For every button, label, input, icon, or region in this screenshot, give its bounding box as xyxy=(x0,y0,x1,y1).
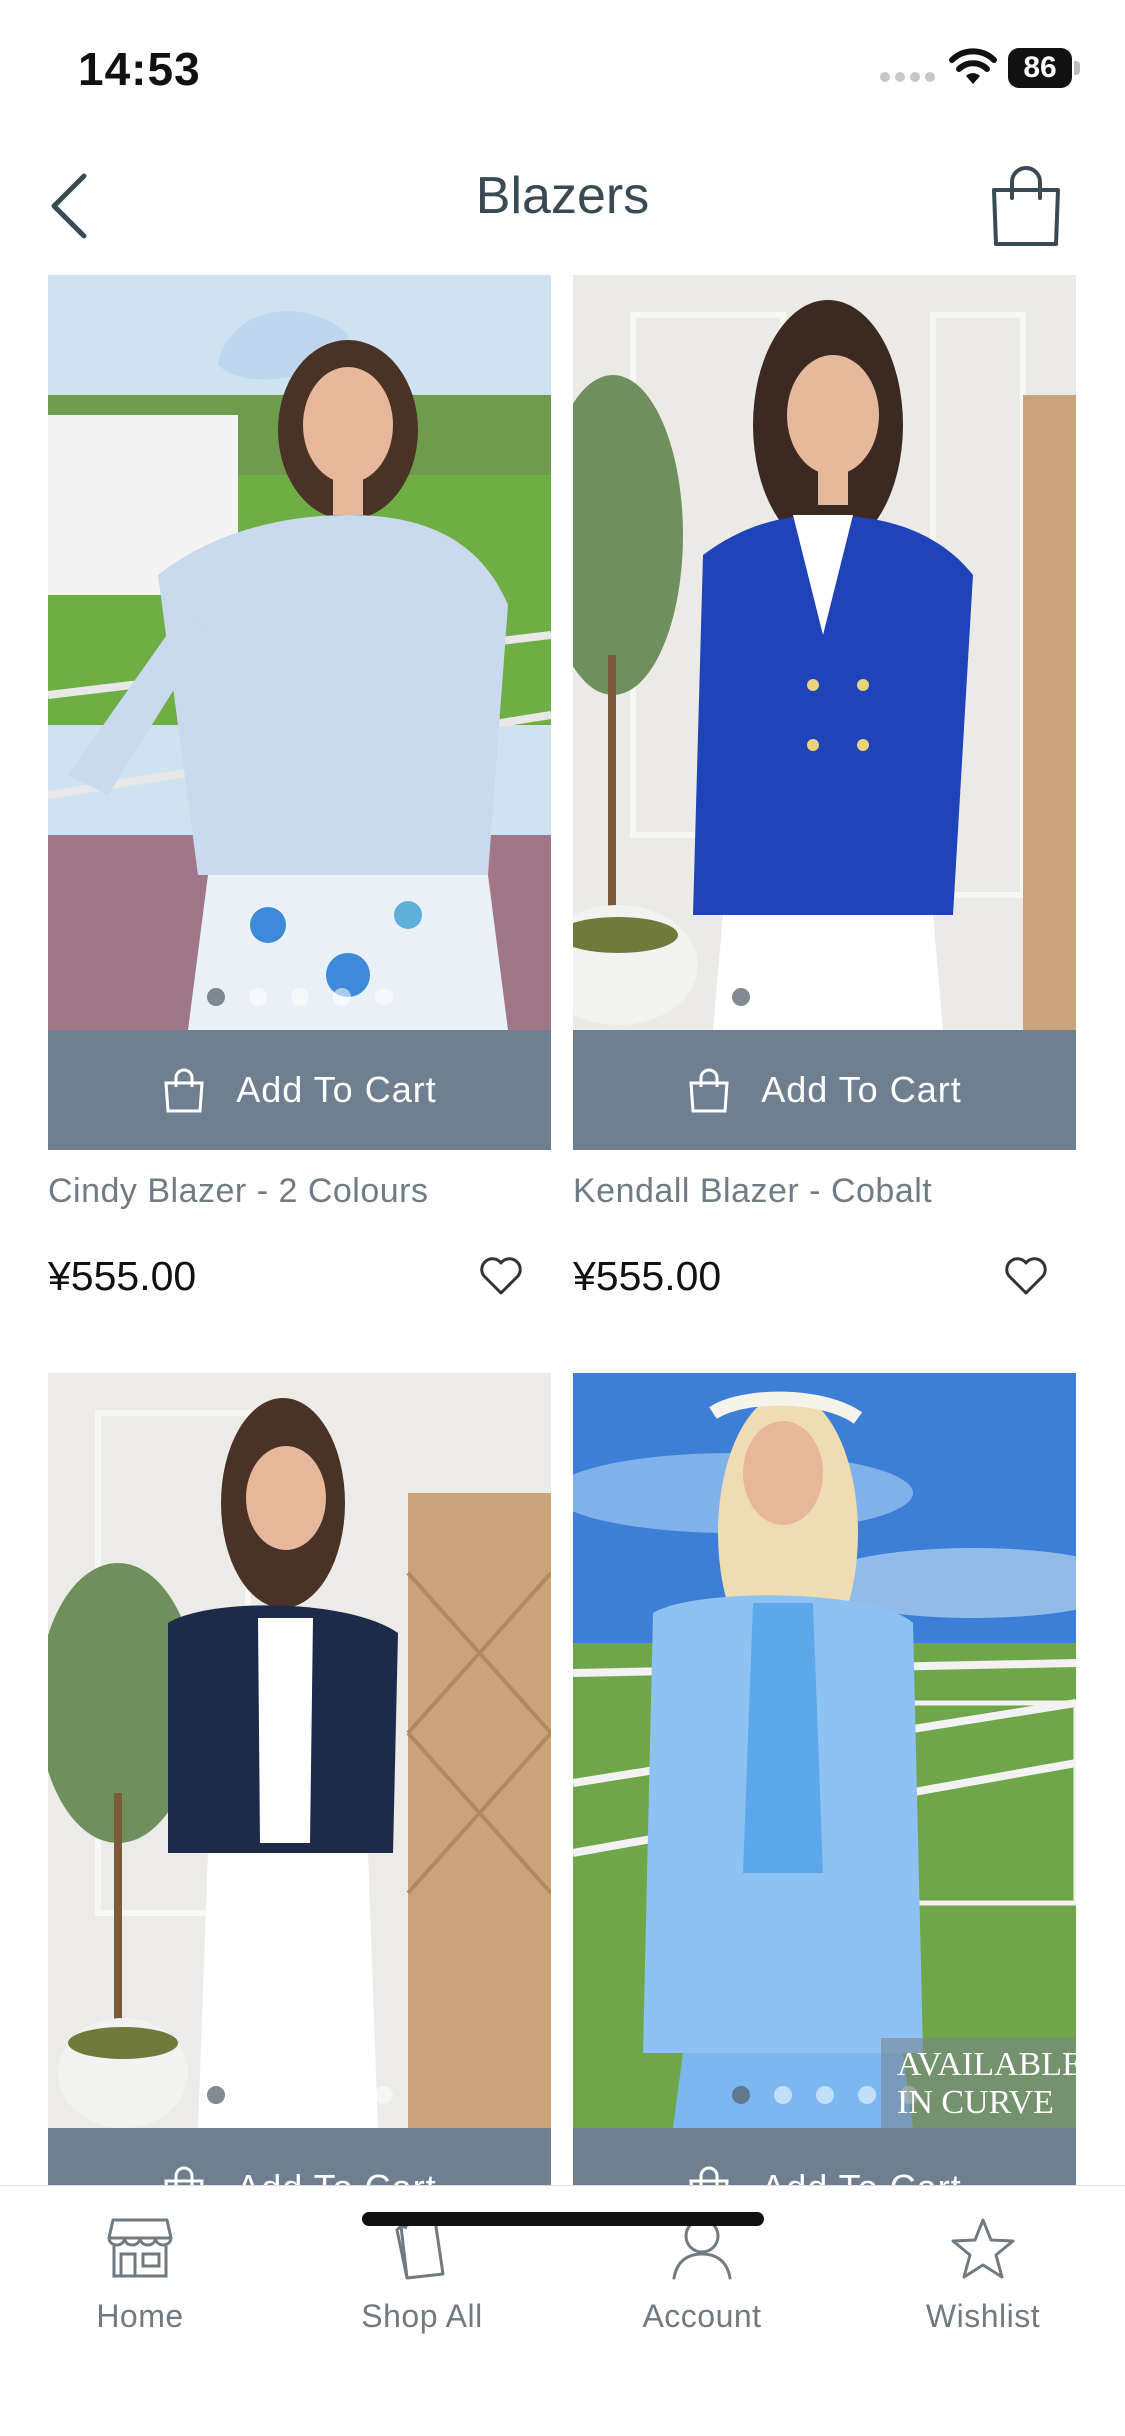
battery-level: 86 xyxy=(1008,48,1072,88)
curve-availability-badge: AVAILABLE IN CURVE xyxy=(881,2038,1076,2128)
tab-home-label: Home xyxy=(96,2298,184,2334)
page-title: Blazers xyxy=(475,167,650,225)
product-image[interactable] xyxy=(573,275,1076,1030)
shopping-bag-icon xyxy=(992,166,1060,246)
add-to-cart-button[interactable]: Add To Cart xyxy=(48,2128,551,2185)
add-to-cart-label: Add To Cart xyxy=(761,2167,961,2185)
shopping-bag-icon xyxy=(689,2166,729,2185)
image-carousel-dots[interactable] xyxy=(573,988,1076,1006)
shopping-bag-icon xyxy=(689,1068,729,1113)
wifi-icon xyxy=(948,48,998,86)
product-name[interactable]: Kendall Blazer - Cobalt xyxy=(573,1172,932,1211)
shopping-bag-icon xyxy=(164,1068,204,1113)
product-name[interactable]: Cindy Blazer - 2 Colours xyxy=(48,1172,428,1211)
status-time: 14:53 xyxy=(78,43,201,95)
tab-account-label: Account xyxy=(642,2298,762,2334)
navigation-bar: Blazers xyxy=(0,140,1125,275)
wishlist-button[interactable] xyxy=(1003,1253,1049,1299)
cellular-signal-icon xyxy=(880,72,936,84)
product-image[interactable] xyxy=(48,275,551,1030)
cart-button[interactable] xyxy=(986,160,1066,250)
add-to-cart-label: Add To Cart xyxy=(236,2167,436,2185)
tab-shop-all[interactable]: Shop All xyxy=(302,2216,542,2346)
tab-account[interactable]: Account xyxy=(582,2216,822,2346)
add-to-cart-button[interactable]: Add To Cart xyxy=(573,2128,1076,2185)
product-price: ¥555.00 xyxy=(48,1253,197,1299)
add-to-cart-label: Add To Cart xyxy=(236,1069,437,1110)
shopping-bag-icon xyxy=(164,2166,204,2185)
add-to-cart-button[interactable]: Add To Cart xyxy=(573,1030,1076,1150)
product-price: ¥555.00 xyxy=(573,1253,722,1299)
product-grid: Add To Cart Cindy Blazer - 2 Colours ¥55… xyxy=(48,275,1078,2185)
heart-icon xyxy=(1005,1257,1047,1295)
wishlist-button[interactable] xyxy=(478,1253,524,1299)
star-icon xyxy=(951,2218,1015,2279)
storefront-icon xyxy=(107,2218,173,2278)
heart-icon xyxy=(480,1257,522,1295)
tab-shop-all-label: Shop All xyxy=(361,2298,483,2334)
add-to-cart-button[interactable]: Add To Cart xyxy=(48,1030,551,1150)
image-carousel-dots[interactable] xyxy=(48,988,551,1006)
product-image[interactable]: AVAILABLE IN CURVE xyxy=(573,1373,1076,2128)
tab-wishlist-label: Wishlist xyxy=(925,2298,1041,2334)
tab-wishlist[interactable]: Wishlist xyxy=(863,2216,1103,2346)
image-carousel-dots[interactable] xyxy=(48,2086,551,2104)
battery-icon: 86 xyxy=(1008,48,1080,88)
home-indicator xyxy=(362,2212,764,2226)
status-bar: 14:53 86 xyxy=(0,0,1125,140)
tab-home[interactable]: Home xyxy=(20,2216,260,2346)
add-to-cart-label: Add To Cart xyxy=(761,1069,962,1110)
product-image[interactable] xyxy=(48,1373,551,2128)
